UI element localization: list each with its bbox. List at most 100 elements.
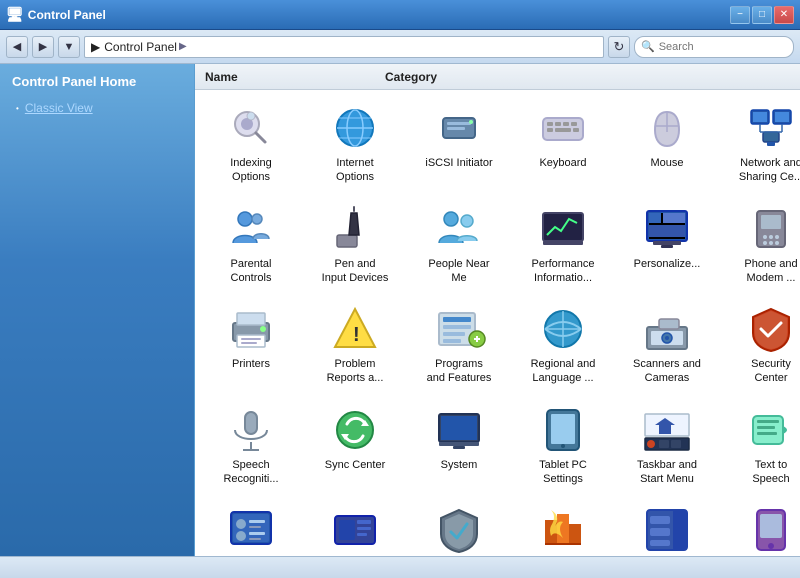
icon-speech-recognition[interactable]: Speech Recogniti... [201,398,301,495]
problem-reports-label: Problem Reports a... [327,357,384,386]
search-box[interactable]: 🔍 [634,36,794,58]
windows-firewall-icon [539,506,587,554]
icon-pen-input[interactable]: Pen and Input Devices [305,197,405,294]
windows-sideshow-icon [747,506,795,554]
network-sharing-icon [747,104,795,152]
indexing-options-icon [227,104,275,152]
icon-security-center[interactable]: Security Center [721,297,800,394]
icon-windows-cardspace[interactable]: Windows CardSpace [305,498,405,556]
icon-programs-features[interactable]: Programs and Features [409,297,509,394]
mouse-icon [643,104,691,152]
icon-sync-center[interactable]: Sync Center [305,398,405,495]
forward-button[interactable]: ▶ [32,36,54,58]
address-path[interactable]: ▶ Control Panel ▶ [84,36,604,58]
windows-sidebar-icon [643,506,691,554]
icon-iscsi-initiator[interactable]: iSCSI Initiator [409,96,509,193]
address-bar: ◀ ▶ ▼ ▶ Control Panel ▶ ↻ 🔍 [0,30,800,64]
pen-input-icon [331,205,379,253]
main-area: Control Panel Home • Classic View Name C… [0,64,800,556]
scanners-cameras-label: Scanners and Cameras [633,357,701,386]
bullet-icon: • [16,104,19,113]
regional-language-icon [539,305,587,353]
sidebar: Control Panel Home • Classic View [0,64,195,556]
dropdown-button[interactable]: ▼ [58,36,80,58]
category-column-header[interactable]: Category [385,70,800,84]
back-button[interactable]: ◀ [6,36,28,58]
mouse-label: Mouse [650,156,683,170]
problem-reports-icon: ! [331,305,379,353]
icon-phone-modem[interactable]: Phone and Modem ... [721,197,800,294]
icon-taskbar-start[interactable]: Taskbar and Start Menu [617,398,717,495]
icon-regional-language[interactable]: Regional and Language ... [513,297,613,394]
window-title: Control Panel [28,8,106,22]
status-bar [0,556,800,578]
path-text: Control Panel [104,40,177,54]
icon-internet-options[interactable]: Internet Options [305,96,405,193]
security-center-icon [747,305,795,353]
icon-parental-controls[interactable]: Parental Controls [201,197,301,294]
icon-system[interactable]: System [409,398,509,495]
speech-recognition-icon [227,406,275,454]
icon-windows-sideshow[interactable]: Windows SideShow [721,498,800,556]
icon-printers[interactable]: Printers [201,297,301,394]
speech-recognition-label: Speech Recogniti... [223,458,278,487]
window-controls: − □ ✕ [730,6,794,24]
icon-problem-reports[interactable]: ! Problem Reports a... [305,297,405,394]
personalization-icon [643,205,691,253]
performance-label: Performance Informatio... [532,257,595,286]
sidebar-item-classic-view[interactable]: • Classic View [12,99,182,117]
parental-controls-label: Parental Controls [231,257,272,286]
icon-scanners-cameras[interactable]: Scanners and Cameras [617,297,717,394]
welcome-center-icon [227,506,275,554]
phone-modem-label: Phone and Modem ... [744,257,797,286]
close-button[interactable]: ✕ [774,6,794,24]
icons-grid: Indexing Options Internet OptionsiSCSI In… [201,96,794,556]
programs-features-label: Programs and Features [427,357,492,386]
icon-text-to-speech[interactable]: Text to Speech [721,398,800,495]
printers-icon [227,305,275,353]
icons-area: Indexing Options Internet OptionsiSCSI In… [195,90,800,556]
sync-center-label: Sync Center [325,458,386,472]
icon-tablet-pc[interactable]: Tablet PC Settings [513,398,613,495]
keyboard-label: Keyboard [539,156,586,170]
system-label: System [441,458,478,472]
programs-features-icon [435,305,483,353]
classic-view-link[interactable]: Classic View [25,101,93,115]
icon-performance[interactable]: Performance Informatio... [513,197,613,294]
sidebar-title: Control Panel Home [12,74,182,89]
icon-windows-sidebar[interactable]: Windows Sidebar ... [617,498,717,556]
title-bar-left: 🖥 Control Panel [6,6,106,23]
indexing-options-label: Indexing Options [230,156,272,185]
system-icon [435,406,483,454]
regional-language-label: Regional and Language ... [531,357,596,386]
people-near-me-label: People Near Me [428,257,489,286]
security-center-label: Security Center [751,357,791,386]
scanners-cameras-icon [643,305,691,353]
text-to-speech-icon [747,406,795,454]
icon-people-near-me[interactable]: People Near Me [409,197,509,294]
performance-icon [539,205,587,253]
icon-personalization[interactable]: Personalize... [617,197,717,294]
icon-windows-defender[interactable]: Windows Defender [409,498,509,556]
icon-welcome-center[interactable]: Welcome Center [201,498,301,556]
icon-indexing-options[interactable]: Indexing Options [201,96,301,193]
parental-controls-icon [227,205,275,253]
network-sharing-label: Network and Sharing Ce... [739,156,800,185]
icon-windows-firewall[interactable]: Windows Firewall [513,498,613,556]
windows-cardspace-icon [331,506,379,554]
minimize-button[interactable]: − [730,6,750,24]
search-input[interactable] [659,41,787,53]
go-button[interactable]: ↻ [608,36,630,58]
icon-keyboard[interactable]: Keyboard [513,96,613,193]
icon-mouse[interactable]: Mouse [617,96,717,193]
text-to-speech-label: Text to Speech [752,458,789,487]
maximize-button[interactable]: □ [752,6,772,24]
taskbar-start-icon [643,406,691,454]
name-column-header[interactable]: Name [195,70,385,84]
path-root-icon: ▶ [91,40,100,54]
icon-network-sharing[interactable]: Network and Sharing Ce... [721,96,800,193]
tablet-pc-icon [539,406,587,454]
windows-defender-icon [435,506,483,554]
people-near-me-icon [435,205,483,253]
title-bar: 🖥 Control Panel − □ ✕ [0,0,800,30]
